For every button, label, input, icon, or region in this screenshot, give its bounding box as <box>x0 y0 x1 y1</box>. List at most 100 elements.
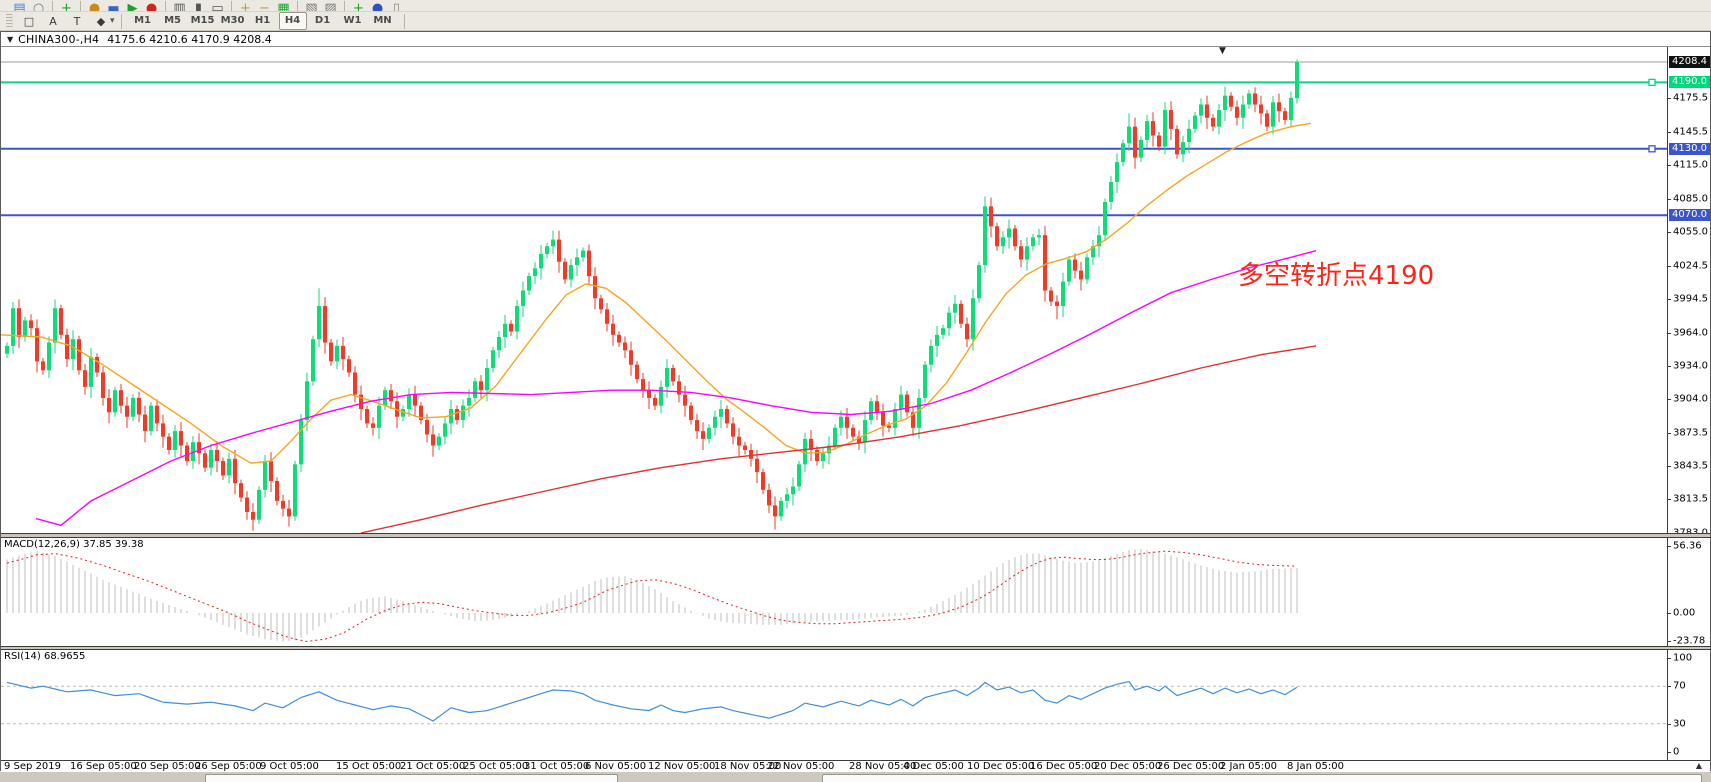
candlestick <box>983 206 987 265</box>
crosshair-tool-icon[interactable]: □ <box>18 12 40 31</box>
date-tick-label: 4 Dec 05:00 <box>903 761 964 772</box>
candlestick <box>533 268 537 276</box>
timeframe-button-m30[interactable]: M30 <box>219 12 247 30</box>
bar-chart-type-icon[interactable]: ▥ <box>170 0 189 12</box>
zoom-out-icon[interactable]: − <box>255 0 274 12</box>
docked-window-tab[interactable] <box>205 774 618 782</box>
candlestick <box>701 431 705 439</box>
candlestick <box>845 417 849 428</box>
toolbar-separator <box>165 1 166 12</box>
chevron-down-icon[interactable]: ▼ <box>7 35 13 44</box>
macd-label: MACD(12,26,9) 37.85 39.38 <box>4 539 144 550</box>
candlestick <box>929 346 933 365</box>
timeframe-button-m5[interactable]: M5 <box>159 12 187 30</box>
rsi-plot[interactable]: RSI(14) 68.9655 <box>1 650 1668 760</box>
rsi-label: RSI(14) 68.9655 <box>4 651 85 662</box>
macd-plot[interactable]: MACD(12,26,9) 37.85 39.38 <box>1 538 1668 646</box>
candlestick <box>587 251 591 276</box>
macd-chart[interactable] <box>1 538 1667 646</box>
timeframe-button-h4[interactable]: H4 <box>279 12 307 30</box>
candlestick <box>1133 127 1137 158</box>
candlestick <box>1229 96 1233 107</box>
horizontal-line-4190-handle[interactable] <box>1649 79 1655 85</box>
play-icon[interactable]: ▶ <box>123 0 142 12</box>
timeframe-button-m1[interactable]: M1 <box>129 12 157 30</box>
candlestick <box>545 246 549 254</box>
axis-tick-mark <box>1668 399 1671 400</box>
globe-icon[interactable]: ● <box>368 0 387 12</box>
price-chart-plot[interactable]: ▼ 多空转折点4190 <box>1 47 1668 533</box>
templates-icon[interactable]: ▨ <box>321 0 340 12</box>
candlestick <box>761 472 765 490</box>
candlestick <box>299 420 303 464</box>
chart-shift-marker-icon[interactable]: ▼ <box>1219 47 1226 56</box>
candlestick <box>521 291 525 307</box>
candle-chart-type-icon[interactable]: ▮ <box>189 0 208 12</box>
candlestick <box>653 398 657 406</box>
chart-info-bar[interactable]: ▼ CHINA300-,H4 4175.6 4210.6 4170.9 4208… <box>1 32 1710 47</box>
new-order-icon[interactable]: + <box>57 0 76 12</box>
toolbar-tools-row: □AT◆ ▾ M1M5M15M30H1H4D1W1MN <box>0 12 1711 31</box>
horizontal-line-4130-handle[interactable] <box>1649 146 1655 152</box>
scroll-end-icon[interactable]: ▲ <box>1696 761 1702 770</box>
candlestick <box>869 401 873 420</box>
autotrading-icon[interactable]: ▬ <box>104 0 123 12</box>
chart-window-icon[interactable]: ▤ <box>10 0 29 12</box>
zoom-in-icon[interactable]: + <box>236 0 255 12</box>
chevron-down-icon[interactable]: ▾ <box>110 16 115 26</box>
grid-icon[interactable]: ▦ <box>274 0 293 12</box>
date-tick-label: 15 Oct 05:00 <box>336 761 401 772</box>
axis-tick-mark <box>1668 333 1671 334</box>
docked-windows-strip <box>0 772 1711 782</box>
price-tick-label: 4175.5 <box>1673 93 1708 104</box>
price-axis[interactable]: 4175.54145.54115.04085.04055.04024.53994… <box>1668 47 1710 533</box>
stop-icon[interactable]: ● <box>142 0 161 12</box>
candlestick <box>1001 237 1005 246</box>
candlestick <box>1019 246 1023 259</box>
candlestick <box>1007 229 1011 238</box>
docked-window-tab[interactable] <box>822 774 1702 782</box>
add-indicator-icon[interactable]: + <box>349 0 368 12</box>
chart-text-annotation[interactable]: 多空转折点4190 <box>1238 255 1434 292</box>
date-axis[interactable]: ▲ 9 Sep 201916 Sep 05:0020 Sep 05:0026 S… <box>1 760 1710 772</box>
candlestick <box>833 428 837 446</box>
candlestick <box>257 490 261 520</box>
shapes-tool-icon[interactable]: ◆ <box>90 12 112 31</box>
timeframe-button-w1[interactable]: W1 <box>339 12 367 30</box>
axis-tick-mark <box>1668 686 1671 687</box>
price-tick-label: 3934.0 <box>1673 360 1708 371</box>
candlestick <box>83 370 87 387</box>
candlestick <box>491 350 495 368</box>
timeframe-button-mn[interactable]: MN <box>369 12 397 30</box>
toolbar-grip[interactable] <box>6 14 13 28</box>
candlestick <box>971 298 975 339</box>
candlestick <box>527 276 531 290</box>
macd-pane: MACD(12,26,9) 37.85 39.38 56.360.00-23.7… <box>1 538 1710 646</box>
timeframe-button-m15[interactable]: M15 <box>189 12 217 30</box>
text-tool-icon[interactable]: A <box>42 12 64 31</box>
candlestick <box>1055 302 1059 306</box>
candlestick <box>353 372 357 394</box>
candlestick <box>1043 235 1047 290</box>
candlestick <box>1259 105 1263 114</box>
search-icon[interactable]: ○ <box>29 0 48 12</box>
new-page-icon[interactable]: ▯ <box>387 0 406 12</box>
candlestick <box>23 320 27 337</box>
line-chart-type-icon[interactable]: ▭ <box>208 0 227 12</box>
timeframe-button-d1[interactable]: D1 <box>309 12 337 30</box>
candlestick <box>185 446 189 462</box>
hline-4070-label: 4070.0 <box>1669 209 1710 221</box>
macd-axis[interactable]: 56.360.00-23.78 <box>1668 538 1710 646</box>
timeframe-button-h1[interactable]: H1 <box>249 12 277 30</box>
date-tick-label: 20 Dec 05:00 <box>1094 761 1161 772</box>
label-tool-icon[interactable]: T <box>66 12 88 31</box>
toolbar-separator <box>80 1 81 12</box>
indicators-icon[interactable]: ▧ <box>302 0 321 12</box>
macd-tick-label: 56.36 <box>1673 541 1702 552</box>
rsi-chart[interactable] <box>1 650 1667 760</box>
rsi-axis[interactable]: 10070300 <box>1668 650 1710 760</box>
candlestick <box>197 442 201 453</box>
coin-icon[interactable]: ● <box>85 0 104 12</box>
candlestick <box>569 265 573 279</box>
candlestick <box>209 450 213 468</box>
